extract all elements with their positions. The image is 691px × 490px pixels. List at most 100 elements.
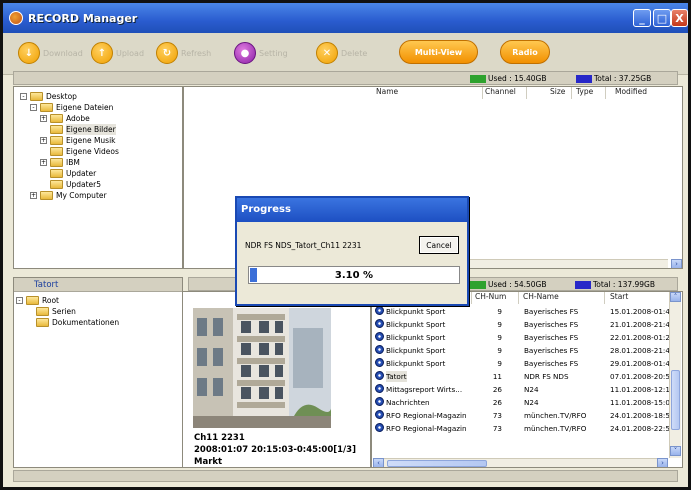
tree-top-label: Desktop [46,92,77,101]
scroll-thumb[interactable] [671,370,680,430]
scroll-right-arrow-icon-bottom[interactable]: › [657,458,668,467]
recording-num: 73 [492,411,502,420]
vertical-scrollbar[interactable]: ˄ ˅ [669,292,681,458]
tree-top-node[interactable]: + Adobe [20,113,180,124]
preview-channel: Ch11 2231 [194,433,245,443]
refresh-button[interactable]: ↻ Refresh [156,41,211,65]
recording-title: Nachrichten [386,398,430,407]
recording-start: 29.01.2008-01:4 [610,359,670,368]
recording-row[interactable]: RFO Regional-Magazin 73 münchen.TV/RFO 24.0… [372,410,682,421]
tree-bottom-node[interactable]: - Root [16,295,176,306]
collapse-icon[interactable]: - [16,297,23,304]
column-modified[interactable]: Modified [615,87,675,99]
recording-row[interactable]: RFO Regional-Magazin 73 münchen.TV/RFO 24.0… [372,423,682,434]
radio-button[interactable]: Radio [500,40,550,64]
scroll-right-arrow-icon[interactable]: › [671,259,682,268]
title-bar[interactable]: RECORD Manager _ □ X [3,3,688,33]
upload-button[interactable]: ↑ Upload [91,41,144,65]
expand-icon[interactable]: + [30,192,37,199]
recording-row[interactable]: Nachrichten 26 N24 11.01.2008-15:0 [372,397,682,408]
close-button[interactable]: X [671,9,688,27]
tree-top-node[interactable]: - Desktop [20,91,180,102]
column-start[interactable]: Start [608,292,670,304]
folder-icon [40,191,53,200]
recording-row[interactable]: Blickpunkt Sport 9 Bayerisches FS 15.01.200… [372,306,682,317]
expand-icon[interactable]: + [40,159,47,166]
recording-row[interactable]: Blickpunkt Sport 9 Bayerisches FS 22.01.200… [372,332,682,343]
collapse-icon[interactable]: - [20,93,27,100]
tree-top-node[interactable]: Eigene Videos [20,146,180,157]
recording-icon [375,358,384,367]
app-window: RECORD Manager _ □ X ↓ Download ↑ Upload… [0,0,691,490]
minimize-button[interactable]: _ [633,9,651,27]
expand-icon[interactable]: + [40,115,47,122]
recording-num: 11 [492,372,502,381]
tree-bottom-node[interactable]: Dokumentationen [16,317,176,328]
progress-dialog: Progress NDR FS NDS_Tatort_Ch11 2231 Can… [235,196,469,306]
column-ch-name[interactable]: CH-Name [521,292,605,304]
recording-channel: Bayerisches FS [524,333,579,342]
recordings-list-pane: CH-Num CH-Name Start Blickpunkt Sport 9 Ba… [371,291,683,468]
tree-top-node[interactable]: + My Computer [20,190,180,201]
upload-icon: ↑ [91,42,113,64]
recording-num: 9 [497,346,502,355]
recording-row[interactable]: Blickpunkt Sport 9 Bayerisches FS 28.01.200… [372,345,682,356]
recording-row[interactable]: Mittagsreport Wirts... 26 N24 11.01.2008-12… [372,384,682,395]
recording-row[interactable]: Blickpunkt Sport 9 Bayerisches FS 29.01.200… [372,358,682,369]
refresh-icon: ↻ [156,42,178,64]
scroll-up-arrow-icon[interactable]: ˄ [670,292,681,302]
folder-icon [26,296,39,305]
scroll-down-arrow-icon[interactable]: ˅ [670,446,681,456]
recording-num: 73 [492,424,502,433]
recording-title: Mittagsreport Wirts... [386,385,463,394]
radio-label: Radio [512,47,538,57]
used-text-bottom: Used : 54.50GB [488,280,547,289]
hscroll-thumb[interactable] [387,460,487,467]
tree-top-node[interactable]: Updater5 [20,179,180,190]
horizontal-scrollbar-bottom[interactable]: ‹ › [373,458,668,467]
column-channel[interactable]: Channel [485,87,527,99]
tree-top-label: IBM [66,158,80,167]
total-legend: Total : 37.25GB [576,74,651,83]
scroll-left-arrow-icon[interactable]: ‹ [373,458,384,467]
cancel-button[interactable]: Cancel [419,236,459,254]
recording-row[interactable]: Tatort 11 NDR FS NDS 07.01.2008-20:5 [372,371,682,382]
tree-top-node[interactable]: - Eigene Dateien [20,102,180,113]
column-type[interactable]: Type [576,87,606,99]
column-size[interactable]: Size [550,87,572,99]
folder-icon [36,318,49,327]
preview-thumbnail[interactable] [193,308,331,428]
collapse-icon[interactable]: - [30,104,37,111]
horizontal-scrollbar[interactable] [460,259,668,268]
recording-row[interactable]: Blickpunkt Sport 9 Bayerisches FS 21.01.200… [372,319,682,330]
maximize-button[interactable]: □ [653,9,671,27]
column-ch-num[interactable]: CH-Num [473,292,519,304]
tree-top-node[interactable]: + IBM [20,157,180,168]
column-name[interactable]: Name [376,87,483,99]
setting-button[interactable]: ● Setting [234,41,288,65]
multi-view-label: Multi-View [414,47,463,57]
recording-title: Blickpunkt Sport [386,320,446,329]
total-swatch [576,74,592,83]
tree-top-node[interactable]: + Eigene Musik [20,135,180,146]
toolbar: ↓ Download ↑ Upload ↻ Refresh ● Setting … [3,33,688,75]
delete-button[interactable]: ✕ Delete [316,41,367,65]
tree-top-node[interactable]: Updater [20,168,180,179]
used-legend-bottom: Used : 54.50GB [470,280,547,289]
tree-bottom-label: Root [42,296,59,305]
tree-bottom-node[interactable]: Serien [16,306,176,317]
recording-start: 15.01.2008-01:4 [610,307,670,316]
expand-icon[interactable]: + [40,137,47,144]
used-legend: Used : 15.40GB [470,74,547,83]
tree-top-label: Updater5 [66,180,102,189]
delete-icon: ✕ [316,42,338,64]
dialog-title[interactable]: Progress [237,198,467,222]
tree-top-label: Eigene Videos [66,147,119,156]
tree-top-node[interactable]: Eigene Bilder [20,124,180,135]
download-button[interactable]: ↓ Download [18,41,83,65]
delete-label: Delete [341,48,368,58]
multi-view-button[interactable]: Multi-View [399,40,478,64]
tree-top-label: Eigene Dateien [56,103,114,112]
setting-label: Setting [259,48,288,58]
recording-icon [375,410,384,419]
